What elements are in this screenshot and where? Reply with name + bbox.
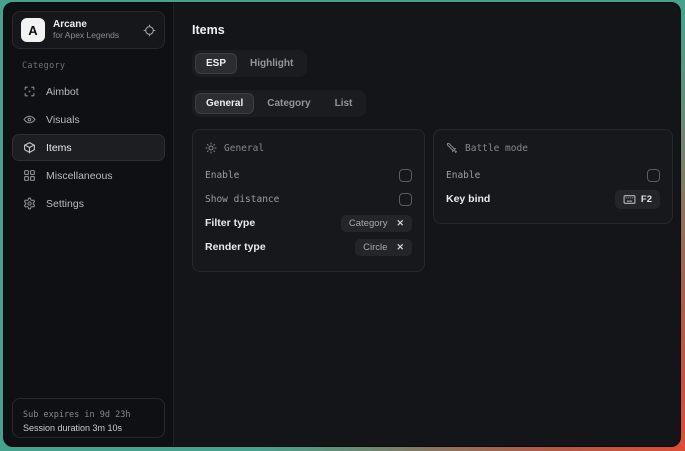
general-panel-header: General	[205, 140, 412, 156]
sidebar-item-settings[interactable]: Settings	[12, 190, 165, 217]
sword-icon	[446, 142, 458, 154]
grid-icon	[23, 169, 36, 182]
subscription-info-card: Sub expires in 9d 23h Session duration 3…	[12, 398, 165, 438]
row-label: Filter type	[205, 217, 255, 229]
tab-general[interactable]: General	[195, 93, 254, 114]
sub-expires-text: Sub expires in 9d 23h	[23, 410, 154, 420]
target-icon[interactable]	[143, 24, 156, 37]
sidebar-item-visuals[interactable]: Visuals	[12, 106, 165, 133]
row-label: Render type	[205, 241, 266, 253]
render-type-select[interactable]: Circle ✕	[355, 239, 412, 256]
app-subtitle: for Apex Legends	[53, 31, 135, 41]
keyboard-icon	[623, 193, 636, 206]
sidebar-item-label: Aimbot	[46, 86, 79, 98]
render-type-row: Render type Circle ✕	[205, 235, 412, 259]
page-title: Items	[192, 23, 673, 37]
enable-row: Enable	[446, 163, 660, 187]
row-label: Enable	[205, 170, 239, 181]
enable-row: Enable	[205, 163, 412, 187]
tab-esp[interactable]: ESP	[195, 53, 237, 74]
app-window: A Arcane for Apex Legends Category	[3, 2, 681, 447]
general-panel: General Enable Show distance Filter type…	[192, 129, 425, 272]
desktop-background: A Arcane for Apex Legends Category	[0, 0, 685, 451]
sun-icon	[205, 142, 217, 154]
row-label: Key bind	[446, 193, 490, 205]
close-icon[interactable]: ✕	[396, 243, 404, 252]
sidebar-item-label: Settings	[46, 198, 84, 210]
filter-type-row: Filter type Category ✕	[205, 211, 412, 235]
sidebar-item-label: Visuals	[46, 114, 80, 126]
gear-icon	[23, 197, 36, 210]
app-meta: Arcane for Apex Legends	[53, 19, 135, 40]
tab-category[interactable]: Category	[256, 93, 321, 114]
sidebar: A Arcane for Apex Legends Category	[4, 3, 174, 446]
key-value: F2	[641, 194, 652, 205]
tab-highlight[interactable]: Highlight	[239, 53, 304, 74]
sidebar-nav: Aimbot Visuals Ite	[12, 78, 165, 217]
battle-mode-panel: Battle mode Enable Key bind	[433, 129, 673, 224]
battle-mode-panel-header: Battle mode	[446, 140, 660, 156]
sidebar-item-items[interactable]: Items	[12, 134, 165, 161]
sidebar-section-label: Category	[22, 61, 165, 71]
close-icon[interactable]: ✕	[396, 219, 404, 228]
app-logo: A	[21, 18, 45, 42]
filter-type-select[interactable]: Category ✕	[341, 215, 412, 232]
view-tabs: General Category List	[192, 90, 366, 117]
show-distance-checkbox[interactable]	[399, 193, 412, 206]
sidebar-item-miscellaneous[interactable]: Miscellaneous	[12, 162, 165, 189]
sidebar-item-label: Miscellaneous	[46, 170, 113, 182]
sidebar-item-label: Items	[46, 142, 72, 154]
panel-title: General	[224, 143, 264, 154]
selected-value: Circle	[363, 242, 387, 253]
show-distance-row: Show distance	[205, 187, 412, 211]
session-duration-text: Session duration 3m 10s	[23, 423, 154, 433]
box-icon	[23, 141, 36, 154]
mode-tabs: ESP Highlight	[192, 50, 307, 77]
eye-icon	[23, 113, 36, 126]
key-bind-row: Key bind F2	[446, 187, 660, 211]
app-header-card[interactable]: A Arcane for Apex Legends	[12, 11, 165, 49]
sidebar-item-aimbot[interactable]: Aimbot	[12, 78, 165, 105]
tab-list[interactable]: List	[324, 93, 364, 114]
key-bind-button[interactable]: F2	[615, 190, 660, 209]
enable-checkbox[interactable]	[399, 169, 412, 182]
panels-container: General Enable Show distance Filter type…	[192, 129, 673, 272]
row-label: Enable	[446, 170, 480, 181]
crosshair-icon	[23, 85, 36, 98]
selected-value: Category	[349, 218, 388, 229]
panel-title: Battle mode	[465, 143, 528, 154]
main-content: Items ESP Highlight General Category Lis…	[174, 3, 681, 446]
battle-enable-checkbox[interactable]	[647, 169, 660, 182]
row-label: Show distance	[205, 194, 279, 205]
